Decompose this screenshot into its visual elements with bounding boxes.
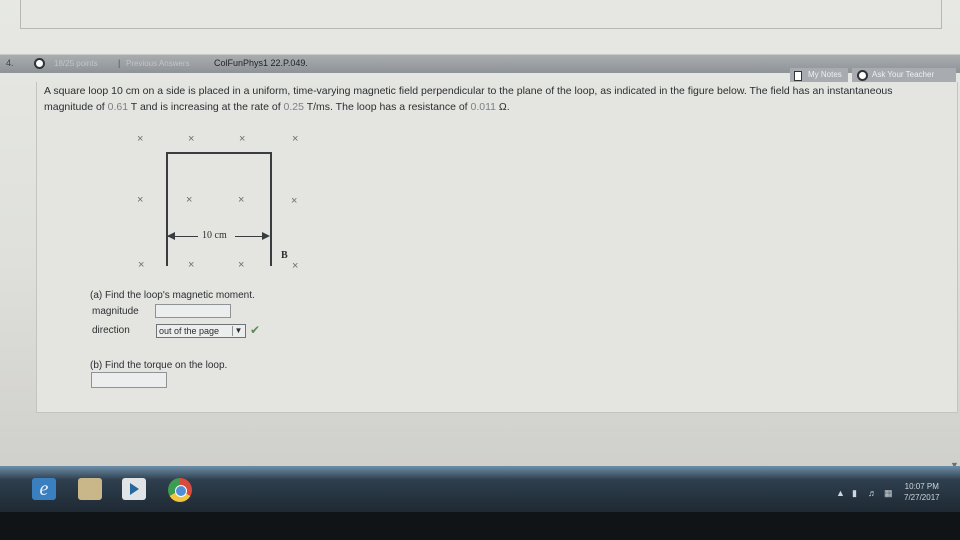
dimension-arrow-right xyxy=(235,236,265,237)
field-magnitude-value: 0.61 xyxy=(107,101,129,113)
field-x-mark: × xyxy=(291,195,298,207)
question-status-icon xyxy=(34,58,45,69)
network-icon[interactable]: ▮ xyxy=(852,488,857,499)
field-x-mark: × xyxy=(292,260,299,272)
field-x-mark: × xyxy=(137,133,144,145)
arrow-right-head-icon xyxy=(262,232,270,240)
field-x-mark: × xyxy=(188,133,195,145)
field-label: B xyxy=(281,250,288,261)
resistance-value: 0.011 xyxy=(470,101,497,113)
ask-teacher-label: Ask Your Teacher xyxy=(872,70,935,79)
arrow-left-head-icon xyxy=(167,232,175,240)
points-label: 18/25 points xyxy=(54,59,98,68)
field-x-mark: × xyxy=(239,133,246,145)
checkmark-icon: ✔ xyxy=(250,323,261,337)
part-a-prompt: (a) Find the loop's magnetic moment. xyxy=(90,290,255,301)
square-loop xyxy=(166,152,272,266)
ask-teacher-icon xyxy=(857,70,868,81)
file-explorer-icon[interactable] xyxy=(78,478,102,500)
problem-text-2: T and is increasing at the rate of xyxy=(128,101,284,113)
direction-selected-value: out of the page xyxy=(159,326,220,336)
internet-explorer-icon[interactable]: e xyxy=(32,478,56,500)
previous-answers-link[interactable]: Previous Answers xyxy=(126,59,190,68)
my-notes-button[interactable]: My Notes xyxy=(790,68,848,82)
dimension-label: 10 cm xyxy=(202,230,227,241)
question-number: 4. xyxy=(6,58,14,68)
previous-question-box xyxy=(20,0,942,29)
torque-input[interactable] xyxy=(91,372,167,388)
volume-icon[interactable]: ♬ xyxy=(868,488,877,498)
magnitude-label: magnitude xyxy=(92,306,139,317)
problem-text-4: Ω. xyxy=(496,101,510,113)
direction-label: direction xyxy=(92,325,130,336)
chevron-down-icon[interactable]: ▼ xyxy=(232,326,244,336)
clock-date: 7/27/2017 xyxy=(904,493,940,502)
action-center-icon[interactable]: ▦ xyxy=(884,488,893,499)
problem-statement: A square loop 10 cm on a side is placed … xyxy=(44,83,944,115)
system-clock[interactable]: 10:07 PM 7/27/2017 xyxy=(904,481,940,503)
magnitude-input[interactable] xyxy=(155,304,231,318)
ask-teacher-button[interactable]: Ask Your Teacher xyxy=(852,68,956,82)
field-x-mark: × xyxy=(292,133,299,145)
direction-select[interactable]: out of the page ▼ xyxy=(156,324,246,338)
problem-id: ColFunPhys1 22.P.049. xyxy=(214,58,308,68)
header-separator: | xyxy=(118,58,121,68)
field-x-mark: × xyxy=(138,259,145,271)
tray-expand-icon[interactable]: ▲ xyxy=(836,488,845,498)
clock-time: 10:07 PM xyxy=(904,482,939,491)
part-b-prompt: (b) Find the torque on the loop. xyxy=(90,360,228,371)
field-rate-value: 0.25 xyxy=(283,101,304,113)
problem-text-3: T/ms. The loop has a resistance of xyxy=(303,101,471,113)
my-notes-label: My Notes xyxy=(808,70,842,79)
field-x-mark: × xyxy=(137,194,144,206)
media-player-icon[interactable] xyxy=(122,478,146,500)
chrome-icon[interactable] xyxy=(168,478,192,502)
notes-icon xyxy=(794,71,802,81)
monitor-bezel xyxy=(0,512,960,540)
